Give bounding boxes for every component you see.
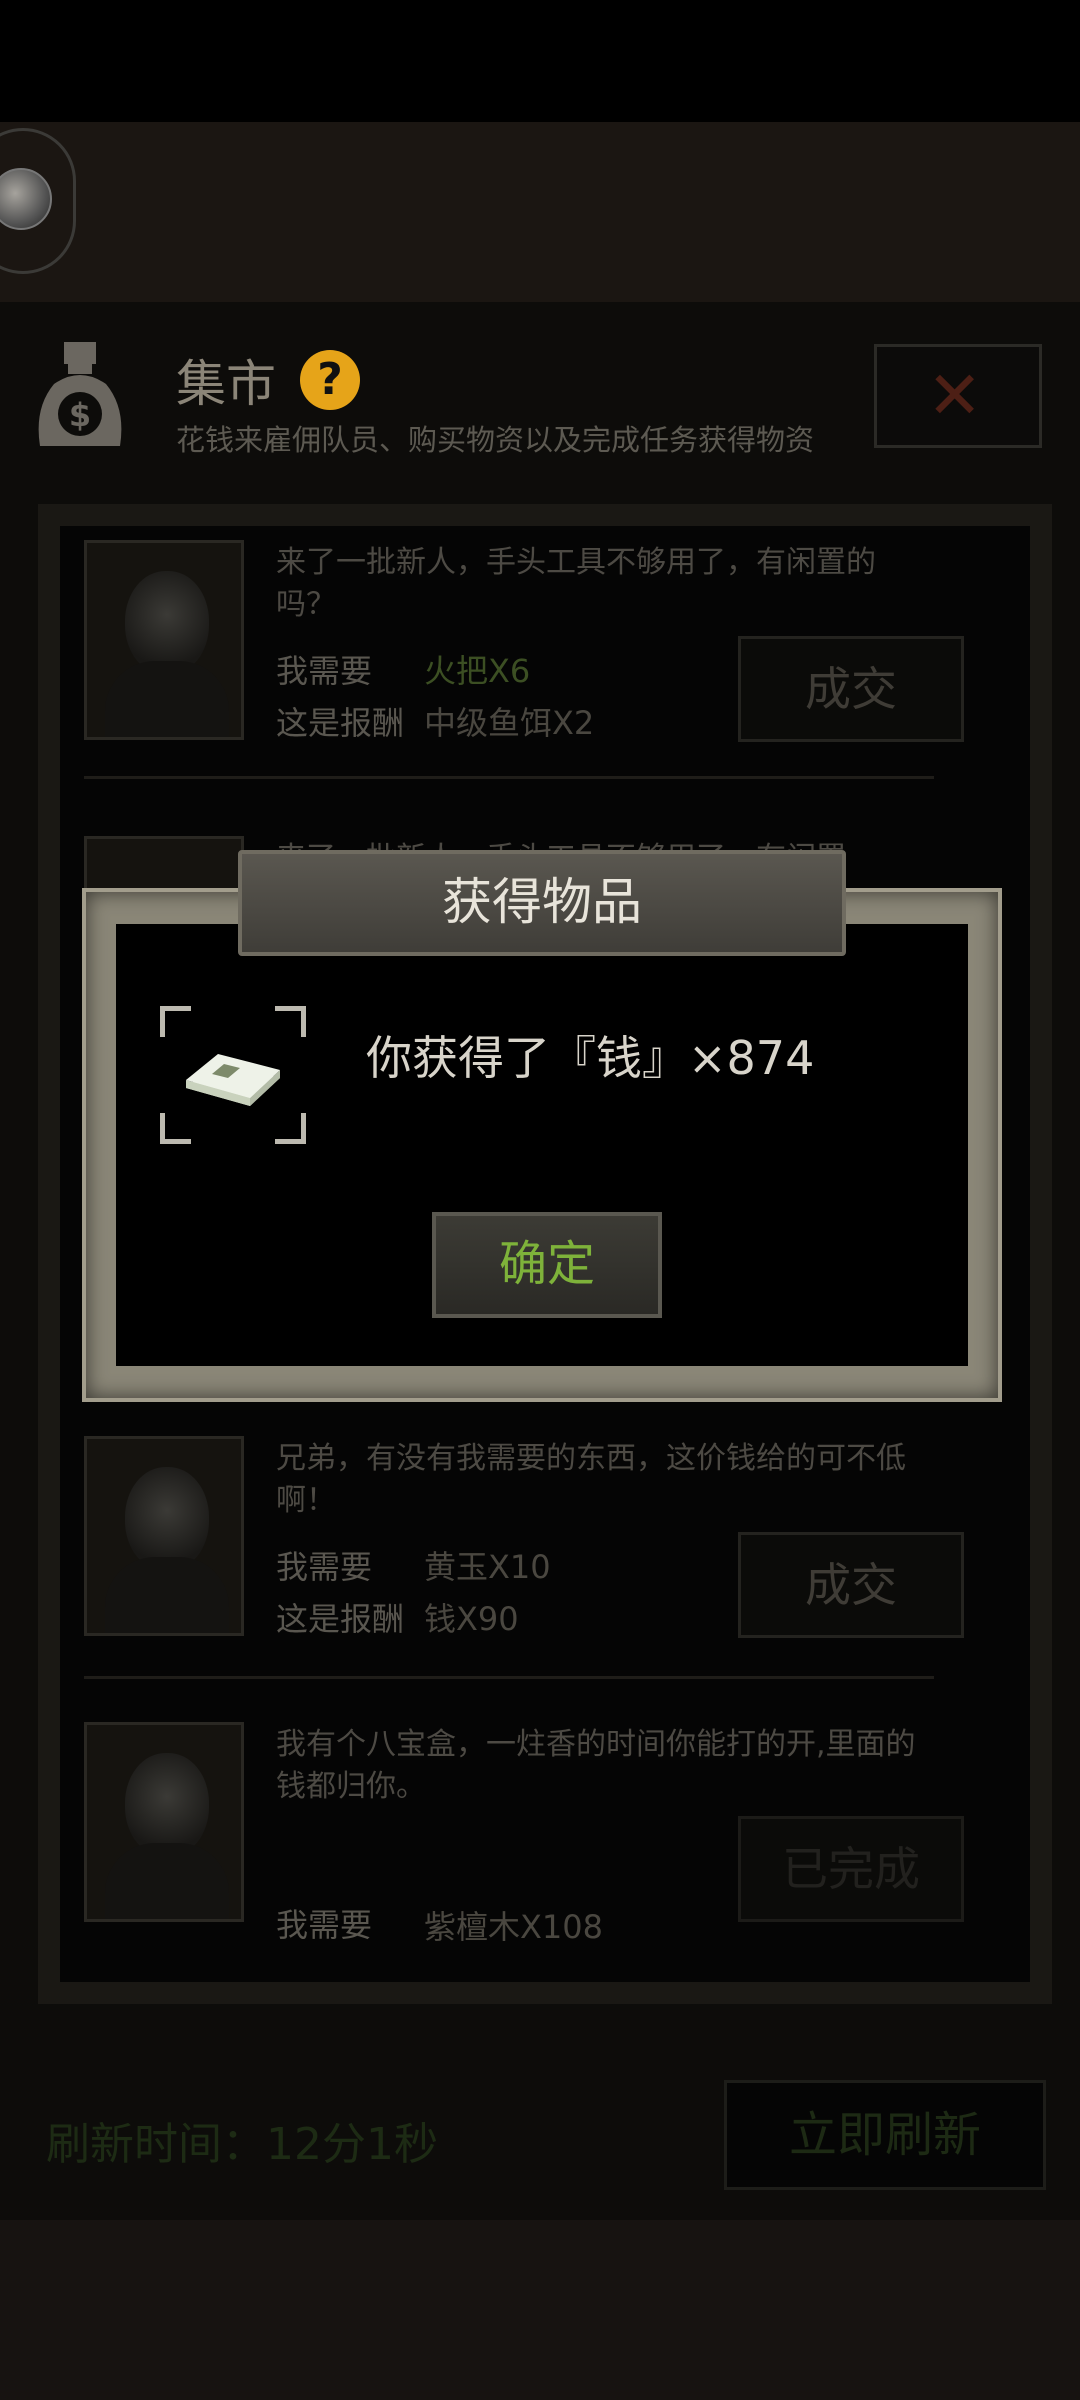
npc-portrait bbox=[84, 1722, 244, 1922]
market-title: 集市 bbox=[176, 355, 276, 413]
need-value: 紫檀木X108 bbox=[424, 1908, 604, 1946]
need-label: 我需要 bbox=[276, 652, 373, 690]
top-bar bbox=[0, 122, 1080, 302]
need-value: 火把X6 bbox=[424, 652, 531, 690]
request-text: 来了一批新人，手头工具不够用了，有闲置的吗？ bbox=[276, 545, 876, 622]
refresh-now-button[interactable]: 立即刷新 bbox=[724, 2080, 1046, 2190]
npc-portrait bbox=[84, 540, 244, 740]
request-text: 兄弟，有没有我需要的东西，这价钱给的可不低啊！ bbox=[276, 1441, 906, 1518]
list-item: 来了一批新人，手头工具不够用了，有闲置的吗？ 我需要 火把X6 这是报酬 中级鱼… bbox=[84, 540, 974, 750]
market-subtitle: 花钱来雇佣队员、购买物资以及完成任务获得物资 bbox=[176, 423, 815, 457]
reward-dialog bbox=[82, 888, 1002, 1402]
reward-message: 你获得了『钱』×874 bbox=[366, 1031, 815, 1085]
close-button[interactable]: ✕ bbox=[874, 344, 1042, 448]
deal-button[interactable]: 成交 bbox=[738, 1532, 964, 1638]
question-icon[interactable]: ? bbox=[300, 350, 360, 410]
close-icon: ✕ bbox=[927, 357, 983, 434]
reward-value: 中级鱼饵X2 bbox=[424, 704, 595, 742]
completed-button: 已完成 bbox=[738, 1816, 964, 1922]
divider bbox=[84, 1676, 934, 1679]
reward-label: 这是报酬 bbox=[276, 704, 405, 742]
reward-value: 钱X90 bbox=[424, 1600, 519, 1638]
npc-portrait bbox=[84, 1436, 244, 1636]
divider bbox=[84, 776, 934, 779]
market-header: $ 集市 ? 花钱来雇佣队员、购买物资以及完成任务获得物资 ✕ bbox=[0, 302, 1080, 502]
list-item: 兄弟，有没有我需要的东西，这价钱给的可不低啊！ 我需要 黄玉X10 这是报酬 钱… bbox=[84, 1436, 974, 1646]
npc-portrait bbox=[84, 836, 244, 896]
reward-label: 这是报酬 bbox=[276, 1600, 405, 1638]
item-slot bbox=[160, 1006, 306, 1144]
svg-text:$: $ bbox=[69, 396, 91, 434]
avatar[interactable] bbox=[0, 128, 76, 274]
confirm-button[interactable]: 确定 bbox=[432, 1212, 662, 1318]
dialog-title: 获得物品 bbox=[238, 850, 846, 956]
deal-button[interactable]: 成交 bbox=[738, 636, 964, 742]
list-item: 我有个八宝盒，一炷香的时间你能打的开,里面的钱都归你。 我需要 紫檀木X108 … bbox=[84, 1722, 974, 1946]
need-label: 我需要 bbox=[276, 1906, 373, 1944]
request-text: 我有个八宝盒，一炷香的时间你能打的开,里面的钱都归你。 bbox=[276, 1727, 916, 1804]
need-value: 黄玉X10 bbox=[424, 1548, 551, 1586]
money-stack-icon bbox=[186, 1054, 280, 1106]
money-bag-icon: $ bbox=[38, 342, 122, 446]
refresh-time: 刷新时间：12分1秒 bbox=[46, 2119, 438, 2170]
bottom-bar bbox=[0, 2220, 1080, 2400]
need-label: 我需要 bbox=[276, 1548, 373, 1586]
